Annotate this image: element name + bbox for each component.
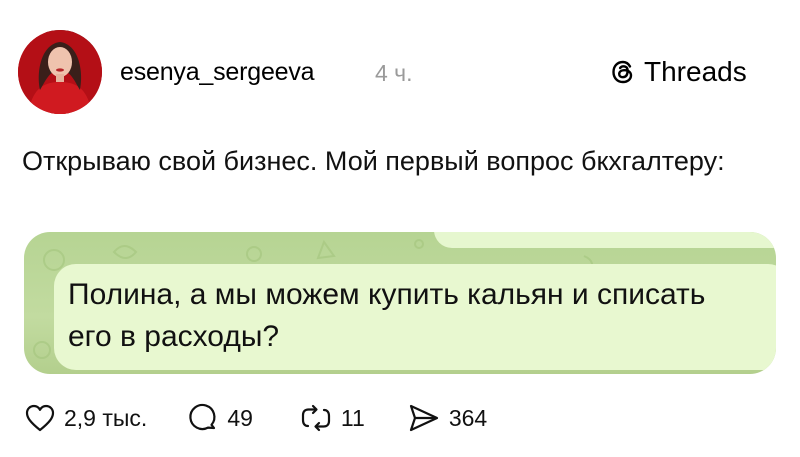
- send-icon: [409, 404, 438, 432]
- username[interactable]: esenya_sergeeva: [120, 58, 315, 87]
- like-button[interactable]: 2,9 тыс.: [24, 403, 147, 433]
- post-timestamp: 4 ч.: [375, 60, 413, 86]
- reply-count: 49: [227, 404, 253, 431]
- profile-photo: [18, 30, 102, 114]
- post-actions-bar: 2,9 тыс. 49 11 364: [24, 400, 487, 436]
- share-count: 364: [448, 404, 488, 431]
- previous-message-bubble: [434, 232, 776, 248]
- share-button[interactable]: 364: [407, 402, 487, 434]
- repost-icon: [301, 404, 331, 432]
- post-text: Открываю свой бизнес. Мой первый вопрос …: [22, 146, 725, 176]
- chat-message-text: Полина, а мы можем купить кальян и списа…: [68, 278, 706, 353]
- chat-screenshot: Полина, а мы можем купить кальян и списа…: [24, 232, 776, 374]
- avatar[interactable]: [18, 30, 102, 114]
- reply-button[interactable]: 49: [187, 402, 253, 434]
- threads-brand[interactable]: Threads: [608, 56, 747, 88]
- heart-icon: [25, 404, 55, 432]
- like-count: 2,9 тыс.: [64, 404, 148, 431]
- threads-label: Threads: [644, 56, 747, 87]
- repost-count: 11: [340, 404, 365, 431]
- repost-button[interactable]: 11: [299, 402, 365, 434]
- comment-icon: [189, 403, 216, 431]
- threads-logo-icon: [612, 60, 633, 84]
